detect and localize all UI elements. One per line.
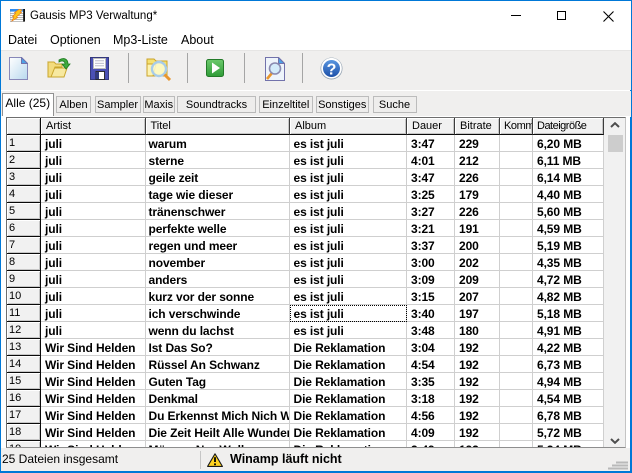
svg-text:?: ? xyxy=(327,62,337,79)
